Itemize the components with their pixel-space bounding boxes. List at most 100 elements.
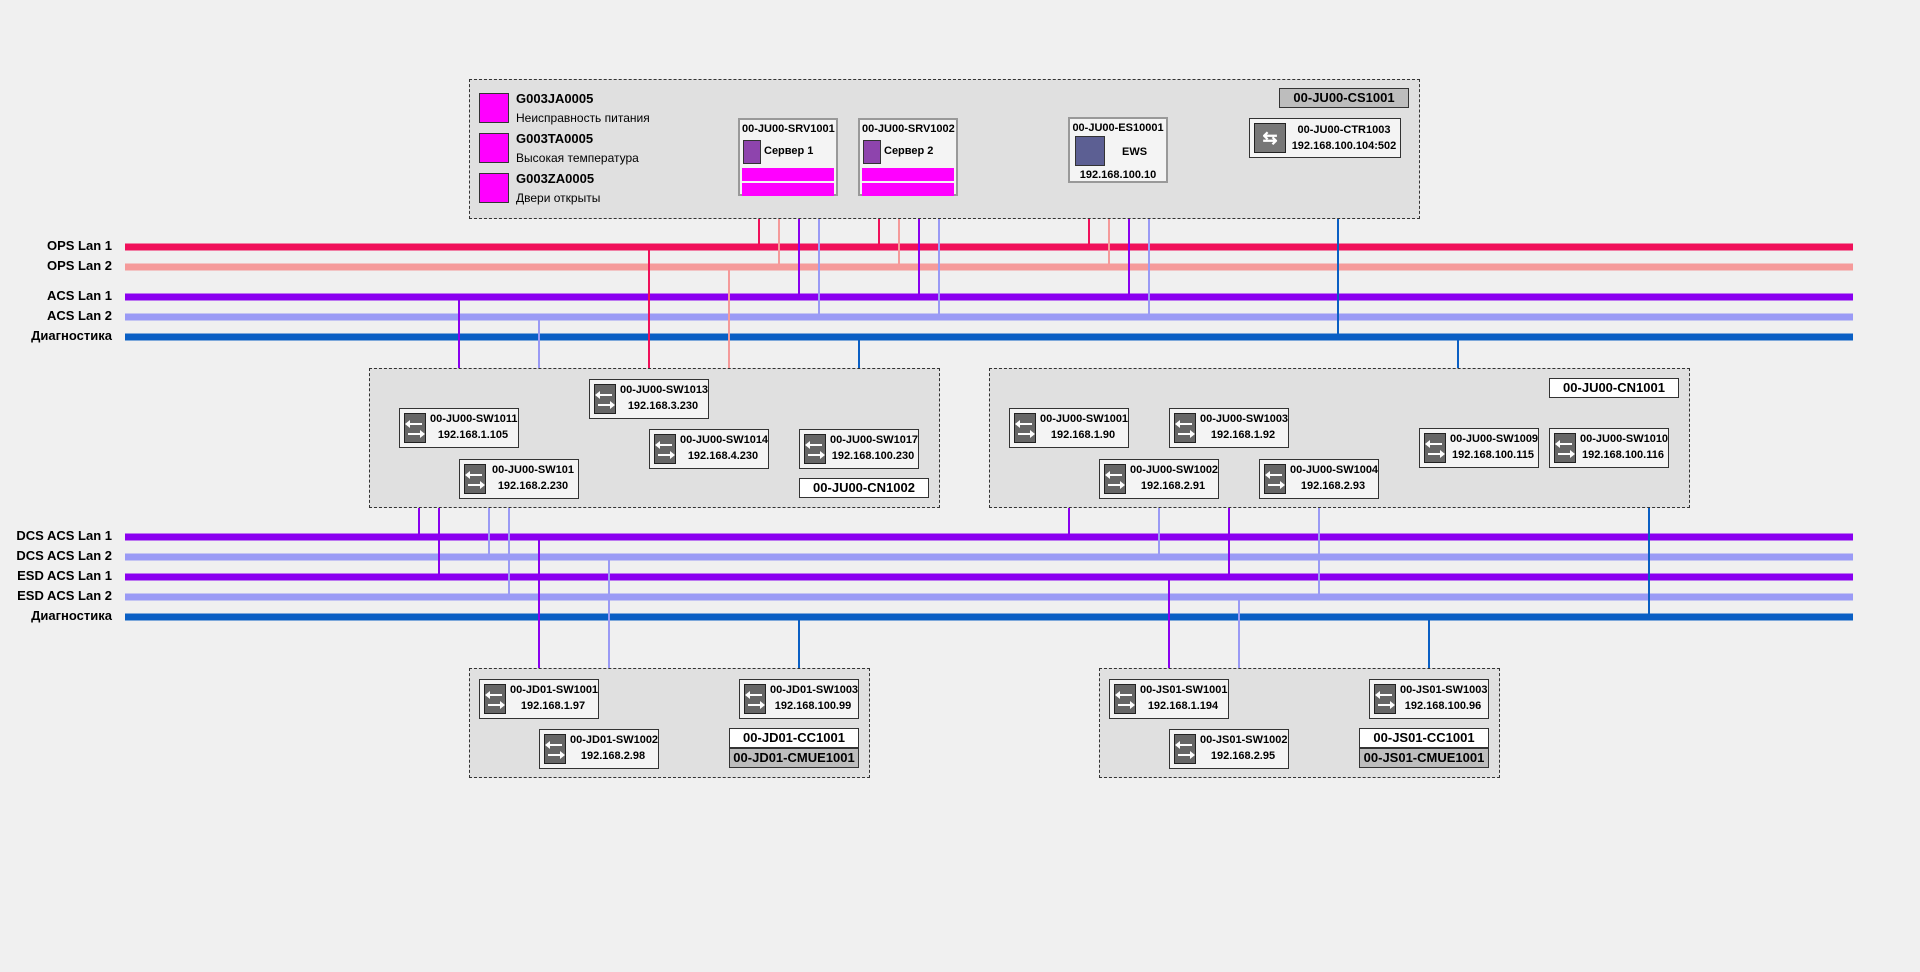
switch-icon — [594, 384, 616, 414]
switch-icon — [1424, 433, 1446, 463]
switch-ip: 192.168.2.230 — [497, 480, 569, 492]
switch-icon — [404, 413, 426, 443]
bus-label-esd-lan2: ESD ACS Lan 2 — [17, 588, 112, 603]
server-srv1002[interactable]: 00-JU00-SRV1002 Сервер 2 — [858, 118, 958, 196]
switch-ju00-sw1004[interactable]: 00-JU00-SW1004 192.168.2.93 — [1259, 459, 1379, 499]
server-srv1001-status-bar — [742, 183, 834, 196]
cabinet-cs1001-title: 00-JU00-CS1001 — [1279, 88, 1409, 108]
cabinet-jd01-subtitle: 00-JD01-CMUE1001 — [729, 748, 859, 768]
server-srv1001-label: Сервер 1 — [764, 145, 814, 157]
cabinet-cn1001-title: 00-JU00-CN1001 — [1549, 378, 1679, 398]
bus-label-acs-lan2: ACS Lan 2 — [46, 308, 112, 323]
bus-label-diag1: Диагностика — [31, 328, 112, 343]
switch-ip: 192.168.1.90 — [1050, 429, 1116, 441]
workstation-ews-label: EWS — [1122, 146, 1148, 158]
switch-name: 00-JU00-SW1004 — [1290, 464, 1379, 476]
switch-icon — [1174, 413, 1196, 443]
server-srv1002-name: 00-JU00-SRV1002 — [862, 123, 955, 135]
switch-ip: 192.168.3.230 — [627, 400, 699, 412]
bus-label-dcs-lan1: DCS ACS Lan 1 — [16, 528, 112, 543]
switch-ip: 192.168.1.105 — [437, 429, 509, 441]
switch-icon — [1374, 684, 1396, 714]
switch-ju00-sw1001[interactable]: 00-JU00-SW1001 192.168.1.90 — [1009, 408, 1129, 448]
server-srv1002-status-bar — [862, 168, 954, 181]
switch-ip: 192.168.1.92 — [1210, 429, 1276, 441]
switch-name: 00-JU00-SW1009 — [1450, 433, 1539, 445]
switch-js01-sw1002[interactable]: 00-JS01-SW1002 192.168.2.95 — [1169, 729, 1289, 769]
controller-icon: ⇆ — [1254, 123, 1286, 153]
switch-jd01-sw1003[interactable]: 00-JD01-SW1003 192.168.100.99 — [739, 679, 859, 719]
cabinet-js01-subtitle: 00-JS01-CMUE1001 — [1359, 748, 1489, 768]
switch-ip: 192.168.2.98 — [580, 750, 646, 762]
switch-name: 00-JU00-SW1011 — [430, 413, 518, 425]
switch-icon — [464, 464, 486, 494]
switch-name: 00-JD01-SW1001 — [510, 684, 599, 696]
switch-js01-sw1003[interactable]: 00-JS01-SW1003 192.168.100.96 — [1369, 679, 1489, 719]
switch-ju00-sw1013[interactable]: 00-JU00-SW1013 192.168.3.230 — [589, 379, 709, 419]
switch-ju00-sw1009[interactable]: 00-JU00-SW1009 192.168.100.115 — [1419, 428, 1539, 468]
server-srv1001-name: 00-JU00-SRV1001 — [742, 123, 835, 135]
switch-icon — [1114, 684, 1136, 714]
switch-ip: 192.168.100.116 — [1582, 449, 1664, 461]
alarm-power-indicator — [479, 93, 509, 123]
switch-ju00-sw1017[interactable]: 00-JU00-SW1017 192.168.100.230 — [799, 429, 919, 469]
switch-ip: 192.168.100.115 — [1452, 449, 1534, 461]
workstation-ews[interactable]: 00-JU00-ES10001 EWS 192.168.100.10 — [1068, 117, 1168, 183]
bus-label-acs-lan1: ACS Lan 1 — [46, 288, 112, 303]
switch-ju00-sw101[interactable]: 00-JU00-SW101 192.168.2.230 — [459, 459, 579, 499]
switch-icon — [804, 434, 826, 464]
cabinet-cn1002-title: 00-JU00-CN1002 — [799, 478, 929, 498]
alarm-power-code: G003JA0005 — [516, 91, 594, 106]
switch-ip: 192.168.100.99 — [774, 700, 852, 712]
switch-icon — [484, 684, 506, 714]
workstation-ews-name: 00-JU00-ES10001 — [1072, 122, 1164, 134]
switch-name: 00-JU00-SW1013 — [620, 384, 709, 396]
server-srv1002-status-bar — [862, 183, 954, 196]
switch-icon — [654, 434, 676, 464]
switch-name: 00-JU00-SW1001 — [1040, 413, 1129, 425]
controller-ctr1003-name: 00-JU00-CTR1003 — [1297, 124, 1391, 136]
alarm-temp-text: Высокая температура — [516, 151, 639, 165]
bus-label-esd-lan1: ESD ACS Lan 1 — [17, 568, 112, 583]
switch-icon — [1104, 464, 1126, 494]
alarm-door-code: G003ZA0005 — [516, 171, 595, 186]
switch-icon — [1014, 413, 1036, 443]
switch-name: 00-JD01-SW1002 — [570, 734, 659, 746]
switch-name: 00-JU00-SW1010 — [1580, 433, 1669, 445]
alarm-temp-indicator — [479, 133, 509, 163]
switch-ju00-sw1002[interactable]: 00-JU00-SW1002 192.168.2.91 — [1099, 459, 1219, 499]
switch-name: 00-JU00-SW1017 — [830, 434, 919, 446]
switch-icon — [1174, 734, 1196, 764]
switch-name: 00-JU00-SW101 — [492, 464, 574, 476]
switch-ju00-sw1014[interactable]: 00-JU00-SW1014 192.168.4.230 — [649, 429, 769, 469]
bus-label-dcs-lan2: DCS ACS Lan 2 — [16, 548, 112, 563]
switch-js01-sw1001[interactable]: 00-JS01-SW1001 192.168.1.194 — [1109, 679, 1229, 719]
workstation-ews-ip: 192.168.100.10 — [1079, 169, 1157, 181]
switch-ip: 192.168.1.194 — [1147, 700, 1219, 712]
server-icon — [863, 140, 881, 164]
switch-name: 00-JS01-SW1001 — [1140, 684, 1228, 696]
switch-ip: 192.168.1.97 — [520, 700, 586, 712]
switch-name: 00-JS01-SW1002 — [1200, 734, 1288, 746]
controller-ctr1003[interactable]: ⇆ 00-JU00-CTR1003 192.168.100.104:502 — [1249, 118, 1401, 158]
server-srv1001-status-bar — [742, 168, 834, 181]
switch-jd01-sw1001[interactable]: 00-JD01-SW1001 192.168.1.97 — [479, 679, 599, 719]
switch-icon — [1264, 464, 1286, 494]
cabinet-js01-title: 00-JS01-CC1001 — [1359, 728, 1489, 748]
switch-ju00-sw1011[interactable]: 00-JU00-SW1011 192.168.1.105 — [399, 408, 519, 448]
cabinet-jd01-title: 00-JD01-CC1001 — [729, 728, 859, 748]
alarm-door-indicator — [479, 173, 509, 203]
switch-ip: 192.168.4.230 — [687, 450, 759, 462]
switch-name: 00-JD01-SW1003 — [770, 684, 859, 696]
switch-icon — [544, 734, 566, 764]
switch-ip: 192.168.100.96 — [1404, 700, 1482, 712]
bus-label-ops-lan2: OPS Lan 2 — [46, 258, 112, 273]
switch-ju00-sw1003[interactable]: 00-JU00-SW1003 192.168.1.92 — [1169, 408, 1289, 448]
switch-name: 00-JU00-SW1003 — [1200, 413, 1289, 425]
switch-ju00-sw1010[interactable]: 00-JU00-SW1010 192.168.100.116 — [1549, 428, 1669, 468]
server-icon — [743, 140, 761, 164]
switch-ip: 192.168.2.93 — [1300, 480, 1366, 492]
switch-jd01-sw1002[interactable]: 00-JD01-SW1002 192.168.2.98 — [539, 729, 659, 769]
server-srv1001[interactable]: 00-JU00-SRV1001 Сервер 1 — [738, 118, 838, 196]
switch-name: 00-JS01-SW1003 — [1400, 684, 1488, 696]
